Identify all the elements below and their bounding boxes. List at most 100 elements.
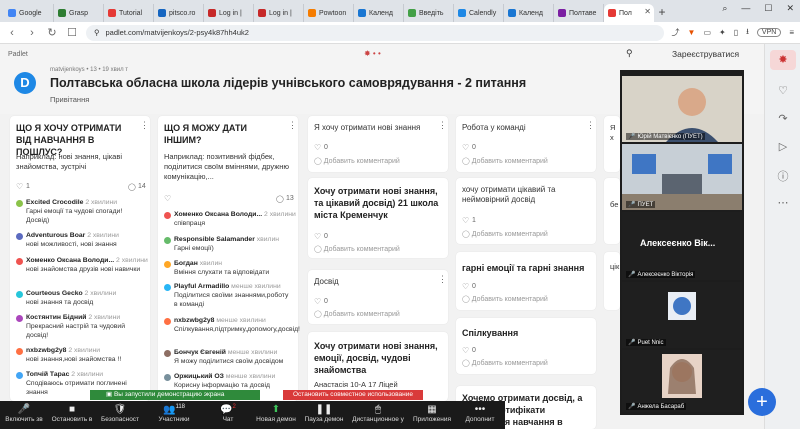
comment-icon[interactable]: ◯ xyxy=(128,183,136,191)
wallet-icon[interactable]: ▭ xyxy=(703,28,711,37)
new-share-button[interactable]: ⬆ Новая демон xyxy=(252,401,300,429)
add-comment-field[interactable]: ◯ Добавить комментарий xyxy=(462,230,548,238)
more-options-icon[interactable]: ⋮ xyxy=(586,120,595,131)
url-field[interactable]: ⚲ padlet.com/matvijenkoys/2-psy4k87hh4uk2 xyxy=(86,24,664,41)
download-icon[interactable]: ⭳ xyxy=(746,26,749,40)
video-tile[interactable]: 🎤 ПУЕТ xyxy=(622,144,742,210)
like-count: 0 xyxy=(472,144,476,151)
post-card[interactable]: хочу отримати цікавий та неймовірний дос… xyxy=(456,178,596,244)
more-icon[interactable]: ⋯ xyxy=(775,196,791,209)
slideshow-icon[interactable]: ▷ xyxy=(775,140,791,153)
info-icon[interactable]: ⓘ xyxy=(775,168,791,184)
add-comment-field[interactable]: ◯ Добавить комментарий xyxy=(462,157,548,165)
heart-icon[interactable]: ♡ xyxy=(462,216,469,225)
browser-tab[interactable]: Powtoon xyxy=(304,4,354,22)
pause-icon: ❚❚ xyxy=(315,404,333,415)
heart-icon[interactable]: ♡ xyxy=(314,297,321,306)
share-icon[interactable]: ↷ xyxy=(775,112,791,125)
padlet-brand[interactable]: Padlet xyxy=(8,51,28,58)
stop-share-button[interactable]: Остановить совместное использование xyxy=(283,390,423,400)
post-card[interactable]: Я х xyxy=(604,116,620,172)
sidebar-icon[interactable]: ▯ xyxy=(734,28,738,37)
unmute-button[interactable]: 🎤 Включить зв xyxy=(0,401,48,429)
stop-video-button[interactable]: ■ Остановить в xyxy=(48,401,96,429)
add-post-button[interactable]: + xyxy=(748,388,776,416)
browser-tab[interactable]: Calendly xyxy=(454,4,504,22)
maximize-icon[interactable]: ☐ xyxy=(764,3,772,14)
close-icon[interactable]: ✕ xyxy=(786,3,794,14)
new-tab-button[interactable]: + xyxy=(654,4,670,22)
minimize-icon[interactable]: — xyxy=(741,3,750,14)
add-comment-field[interactable]: ◯ Добавить комментарий xyxy=(462,295,548,303)
heart-icon[interactable]: ♡ xyxy=(314,143,321,152)
post-title: Спілкування xyxy=(462,328,519,338)
browser-tab[interactable]: Календ xyxy=(504,4,554,22)
bookmark-icon[interactable]: ☐ xyxy=(66,26,78,39)
close-tab-icon[interactable]: ✕ xyxy=(644,7,651,16)
post-card[interactable]: гарні емоції та гарні знання ♡ 0 ◯ Добави… xyxy=(456,252,596,310)
post-card[interactable]: бе xyxy=(604,178,620,244)
post-card[interactable]: Спілкування ♡ 0 ◯ Добавить комментарий xyxy=(456,318,596,374)
browser-tab[interactable]: Log in | xyxy=(254,4,304,22)
heart-icon[interactable]: ♡ xyxy=(462,346,469,355)
more-button[interactable]: ••• Дополнит xyxy=(456,401,504,429)
video-tile[interactable]: Алексеєнко Вік... 🎤 Алексеєнко Вікторія xyxy=(622,212,742,280)
post-card[interactable]: ЩО Я МОЖУ ДАТИ ІНШИМ? ⋮ Наприклад: позит… xyxy=(158,116,300,401)
vpn-button[interactable]: VPN xyxy=(756,28,782,37)
browser-tab-active[interactable]: Пол ✕ xyxy=(604,4,654,22)
post-card[interactable]: цік xyxy=(604,252,620,310)
menu-icon[interactable]: ≡ xyxy=(789,28,794,37)
add-comment-field[interactable]: ◯ Добавить комментарий xyxy=(314,245,400,253)
browser-tab[interactable]: Календ xyxy=(354,4,404,22)
post-card[interactable]: ЩО Я ХОЧУ ОТРИМАТИ ВІД НАВЧАННЯ В ПОШЛУС… xyxy=(10,116,150,401)
browser-tab[interactable]: pitsco.ro xyxy=(154,4,204,22)
video-tile[interactable]: 🎤 Юрій Матвієнко (ПУЕТ) xyxy=(622,76,742,142)
more-options-icon[interactable]: ⋮ xyxy=(438,274,447,285)
signup-link[interactable]: Зареєструватися xyxy=(672,49,739,59)
tab-search-icon[interactable]: ⌕ xyxy=(722,3,727,14)
extensions-icon[interactable]: ✦ xyxy=(719,28,726,37)
more-options-icon[interactable]: ⋮ xyxy=(140,120,149,131)
heart-icon[interactable]: ♡ xyxy=(164,194,171,203)
search-icon[interactable]: ⚲ xyxy=(626,48,633,59)
remote-control-button[interactable]: 🖱 Дистанционное у xyxy=(348,401,408,429)
more-options-icon[interactable]: ⋮ xyxy=(438,120,447,131)
heart-icon[interactable]: ♡ xyxy=(462,143,469,152)
share-icon[interactable]: ⤴ xyxy=(672,27,680,38)
participants-button[interactable]: 👥118 Участники xyxy=(144,401,204,429)
apps-button[interactable]: ▦ Приложения xyxy=(408,401,456,429)
browser-tab[interactable]: Grasp xyxy=(54,4,104,22)
tab-favicon xyxy=(458,9,466,17)
post-card[interactable]: Хочу отримати нові знання, та цікавий до… xyxy=(308,178,448,258)
remix-icon[interactable]: ✸ xyxy=(770,50,796,70)
browser-tab[interactable]: Введіть xyxy=(404,4,454,22)
back-icon[interactable]: ‹ xyxy=(6,27,18,39)
reload-icon[interactable]: ↻ xyxy=(46,26,58,39)
site-info-icon[interactable]: ⚲ xyxy=(94,28,100,37)
post-card[interactable]: Я хочу отримати нові знання ⋮ ♡ 0 ◯ Добав… xyxy=(308,116,448,172)
heart-icon[interactable]: ♡ xyxy=(462,282,469,291)
like-count: 0 xyxy=(324,298,328,305)
brave-shield-icon[interactable]: ▼ xyxy=(688,28,696,37)
more-options-icon[interactable]: ⋮ xyxy=(288,120,297,131)
browser-tab[interactable]: Полтаве xyxy=(554,4,604,22)
chat-button[interactable]: 💬2 Чат xyxy=(204,401,252,429)
post-card[interactable]: Робота у команді ⋮ ♡ 0 ◯ Добавить коммент… xyxy=(456,116,596,172)
forward-icon[interactable]: › xyxy=(26,27,38,39)
video-tile[interactable]: 🎤 Puet Nnic xyxy=(622,282,742,348)
browser-tab[interactable]: Google xyxy=(4,4,54,22)
pause-share-button[interactable]: ❚❚ Пауза демон xyxy=(300,401,348,429)
post-card[interactable]: Досвід ⋮ ♡ 0 ◯ Добавить комментарий xyxy=(308,270,448,324)
heart-icon[interactable]: ♡ xyxy=(775,84,791,97)
heart-icon[interactable]: ♡ xyxy=(16,182,23,191)
add-comment-field[interactable]: ◯ Добавить комментарий xyxy=(314,310,400,318)
padlet-status-icon[interactable]: ✸ • • xyxy=(364,49,381,58)
add-comment-field[interactable]: ◯ Добавить комментарий xyxy=(314,157,400,165)
comment-icon[interactable]: ◯ xyxy=(276,195,284,203)
browser-tab[interactable]: Log in | xyxy=(204,4,254,22)
browser-tab[interactable]: Tutorial xyxy=(104,4,154,22)
add-comment-field[interactable]: ◯ Добавить комментарий xyxy=(462,359,548,367)
video-tile[interactable]: 🎤 Анжела Басараб xyxy=(622,350,742,412)
heart-icon[interactable]: ♡ xyxy=(314,232,321,241)
security-button[interactable]: 🛡 Безопасност xyxy=(96,401,144,429)
